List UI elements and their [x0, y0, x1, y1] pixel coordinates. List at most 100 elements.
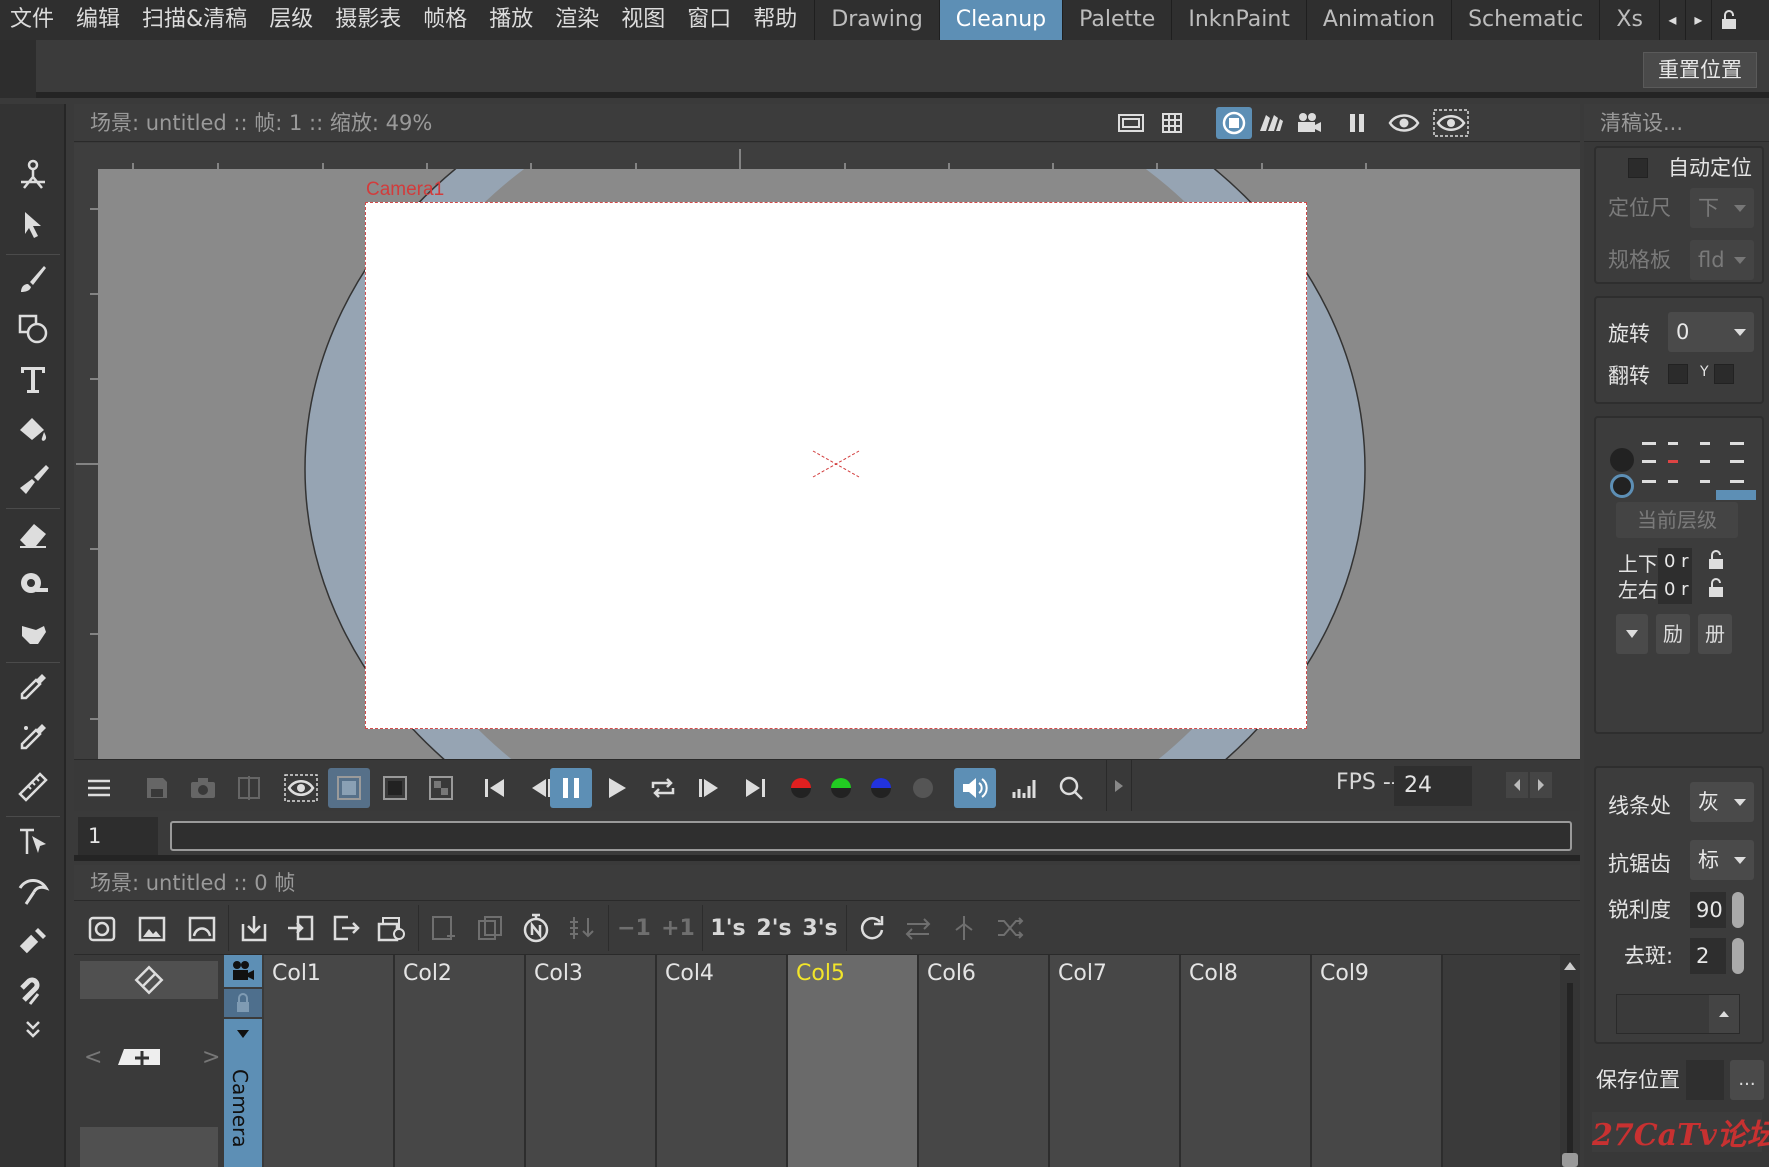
menu-button[interactable] [78, 768, 120, 808]
finger-tool[interactable] [12, 612, 54, 654]
room-tab-animation[interactable]: Animation [1305, 0, 1451, 40]
room-tab-xs[interactable]: Xs [1599, 0, 1659, 40]
field-guide-toggle[interactable] [1116, 108, 1146, 138]
new-raster-level-button[interactable] [132, 908, 172, 948]
xsheet-column[interactable]: Col9 [1312, 955, 1443, 1167]
column-header[interactable]: Col3 [534, 961, 583, 986]
camera-stand-toggle[interactable] [1216, 107, 1252, 139]
white-bg-button[interactable] [328, 768, 370, 808]
next-frame-button[interactable] [688, 768, 730, 808]
next-drawing-button[interactable] [516, 908, 556, 948]
zoom-button[interactable] [1050, 768, 1092, 808]
column-header[interactable]: Col5 [796, 961, 845, 986]
histogram-button[interactable] [1004, 768, 1046, 808]
frame-number-field[interactable]: 1 [78, 817, 158, 855]
save-location-field[interactable] [1686, 1060, 1724, 1100]
camera-lock-toggle[interactable] [224, 989, 262, 1017]
column-header[interactable]: Col9 [1320, 961, 1369, 986]
menu-item[interactable]: 摄影表 [324, 0, 412, 40]
room-scroll-right-button[interactable]: ▸ [1684, 0, 1711, 40]
camera-column-body[interactable]: Camera [224, 1019, 262, 1167]
vertical-ruler[interactable] [74, 169, 98, 759]
new-toonz-raster-level-button[interactable] [182, 908, 222, 948]
room-scroll-left-button[interactable]: ◂ [1658, 0, 1685, 40]
new-frame-button[interactable] [424, 908, 464, 948]
column-header[interactable]: Col1 [272, 961, 321, 986]
green-channel-button[interactable] [820, 768, 862, 808]
magnet-tool[interactable] [12, 970, 54, 1012]
frame-slider[interactable] [170, 821, 1572, 851]
shuffle-button[interactable] [990, 908, 1030, 948]
alpha-channel-button[interactable] [902, 768, 944, 808]
radio-selected[interactable] [1610, 474, 1634, 498]
step-1-button[interactable]: 1's [708, 908, 748, 948]
menu-item[interactable]: 编辑 [65, 0, 131, 40]
xsheet-column[interactable]: Col1 [264, 955, 395, 1167]
sub-camera-preview-toggle[interactable] [1432, 108, 1470, 138]
despeckle-slider[interactable] [1732, 938, 1744, 974]
ruler-tool[interactable] [12, 766, 54, 808]
panel-grip[interactable] [0, 40, 36, 98]
xsheet-column[interactable]: Col5 [788, 955, 919, 1167]
export-button[interactable] [326, 908, 366, 948]
line-processing-dropdown[interactable]: 灰 [1690, 782, 1754, 822]
xsheet-column[interactable]: Col4 [657, 955, 788, 1167]
menu-item[interactable]: 扫描&清稿 [131, 0, 258, 40]
checker-bg-button[interactable] [420, 768, 462, 808]
rotate-dropdown[interactable]: 0 [1668, 312, 1754, 352]
column-header[interactable]: Col7 [1058, 961, 1107, 986]
first-frame-button[interactable] [474, 768, 516, 808]
menu-item[interactable]: 渲染 [544, 0, 610, 40]
load-level-button[interactable] [234, 908, 274, 948]
horizontal-ruler[interactable] [74, 143, 1580, 169]
pause-button[interactable] [550, 768, 592, 808]
blue-channel-button[interactable] [860, 768, 902, 808]
room-tab-inknpaint[interactable]: InknPaint [1171, 0, 1306, 40]
room-tab-schematic[interactable]: Schematic [1451, 0, 1599, 40]
rgb-picker-tool[interactable] [12, 716, 54, 758]
camera-toggle-button[interactable] [80, 961, 218, 999]
spin-up-button[interactable] [1709, 995, 1739, 1033]
import-button[interactable] [280, 908, 320, 948]
room-tab-cleanup[interactable]: Cleanup [938, 0, 1063, 40]
xsheet-column[interactable]: Col8 [1181, 955, 1312, 1167]
increase-step-button[interactable]: +1 [658, 908, 698, 948]
column-header[interactable]: Col6 [927, 961, 976, 986]
xsheet-column[interactable]: Col3 [526, 955, 657, 1167]
despeckle-field[interactable]: 2 [1690, 938, 1726, 974]
new-memo-button[interactable] [114, 1041, 164, 1077]
black-bg-button[interactable] [374, 768, 416, 808]
play-button[interactable] [596, 768, 638, 808]
camera-column[interactable]: Camera [224, 955, 262, 1167]
auto-center-checkbox[interactable] [1628, 158, 1648, 178]
scroll-thumb[interactable] [1562, 1153, 1578, 1167]
preview-toggle-bar[interactable] [280, 768, 322, 808]
column-header[interactable]: Col2 [403, 961, 452, 986]
camera-column-header[interactable] [224, 955, 262, 987]
menu-item[interactable]: 帮助 [742, 0, 808, 40]
xsheet-column[interactable]: Col7 [1050, 955, 1181, 1167]
xsheet-column[interactable]: Col6 [919, 955, 1050, 1167]
geometric-tool[interactable] [12, 308, 54, 350]
last-frame-button[interactable] [734, 768, 776, 808]
type-tool[interactable] [12, 358, 54, 400]
options-dropdown-button[interactable] [1616, 614, 1648, 654]
pump-tool[interactable] [12, 920, 54, 962]
compare-button[interactable] [228, 768, 270, 808]
next-frame-zoom-button[interactable]: > [202, 1045, 220, 1070]
viewer-canvas[interactable]: Camera1 [98, 169, 1580, 759]
menu-item[interactable]: 播放 [478, 0, 544, 40]
preview-field[interactable] [1616, 994, 1740, 1034]
reset-position-button[interactable]: 重置位置 [1643, 52, 1757, 88]
eraser-tool[interactable] [12, 512, 54, 554]
action-button-b[interactable]: 册 [1698, 614, 1732, 654]
red-channel-button[interactable] [780, 768, 822, 808]
paint-brush-tool[interactable] [12, 458, 54, 500]
menu-item[interactable]: 帧格 [412, 0, 478, 40]
offset-v-field[interactable]: 0 r [1658, 548, 1692, 576]
control-point-editor-tool[interactable] [12, 820, 54, 862]
sound-button[interactable] [954, 768, 996, 808]
antialias-dropdown[interactable]: 标 [1690, 840, 1754, 880]
grid-toggle[interactable] [1157, 108, 1187, 138]
step-3-button[interactable]: 3's [800, 908, 840, 948]
